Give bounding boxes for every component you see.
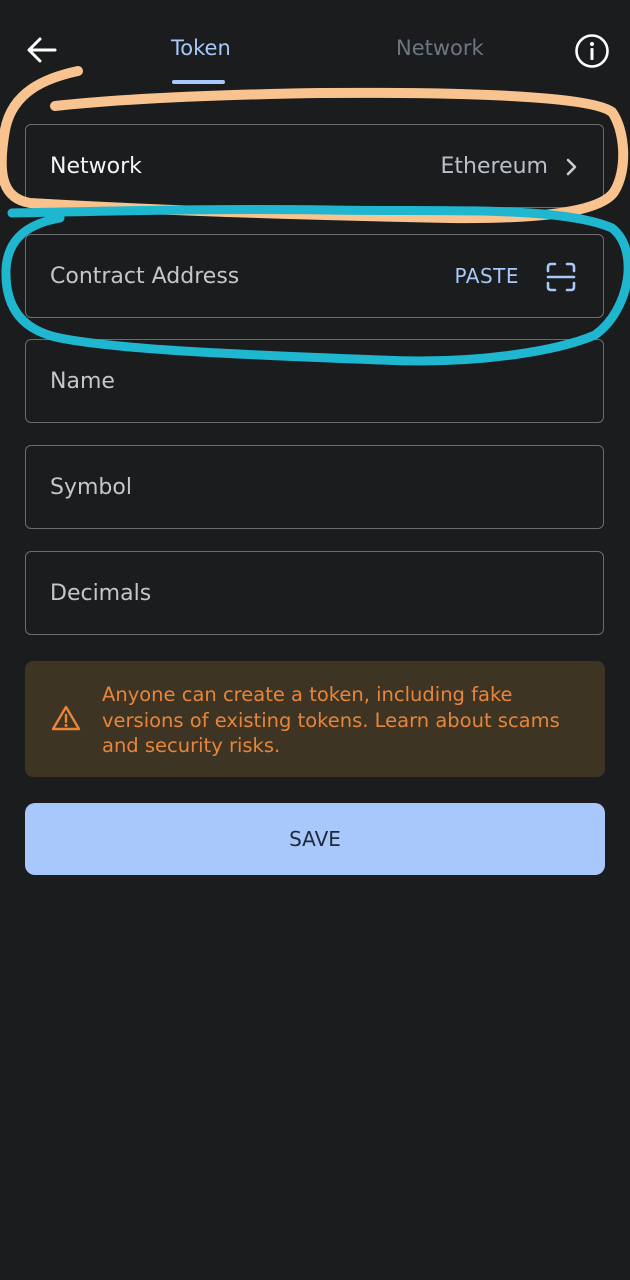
active-tab-indicator (172, 80, 225, 84)
network-selector[interactable]: Network Ethereum (25, 124, 604, 208)
decimals-placeholder: Decimals (50, 580, 152, 606)
name-field[interactable]: Name (25, 339, 604, 423)
header: Token Network (0, 0, 630, 100)
contract-address-field[interactable]: Contract Address PASTE (25, 234, 604, 318)
chevron-right-icon (566, 158, 577, 176)
qr-scan-icon[interactable] (545, 261, 577, 293)
tab-token[interactable]: Token (171, 36, 231, 60)
tab-network[interactable]: Network (396, 36, 484, 60)
arrow-left-icon (27, 37, 57, 63)
contract-address-placeholder: Contract Address (50, 263, 240, 289)
info-button[interactable] (570, 29, 614, 73)
warning-text[interactable]: Anyone can create a token, including fak… (102, 682, 572, 759)
network-label: Network (50, 153, 142, 179)
save-button[interactable]: SAVE (25, 803, 605, 875)
warning-banner: Anyone can create a token, including fak… (25, 661, 605, 777)
name-placeholder: Name (50, 368, 115, 394)
warning-triangle-icon (51, 705, 81, 731)
add-token-screen: Token Network Network Ethereum Contract … (0, 0, 630, 1280)
paste-button[interactable]: PASTE (454, 264, 519, 288)
network-value: Ethereum (440, 153, 548, 179)
decimals-field[interactable]: Decimals (25, 551, 604, 635)
symbol-placeholder: Symbol (50, 474, 132, 500)
symbol-field[interactable]: Symbol (25, 445, 604, 529)
back-button[interactable] (20, 28, 64, 72)
info-circle-icon (575, 34, 609, 68)
